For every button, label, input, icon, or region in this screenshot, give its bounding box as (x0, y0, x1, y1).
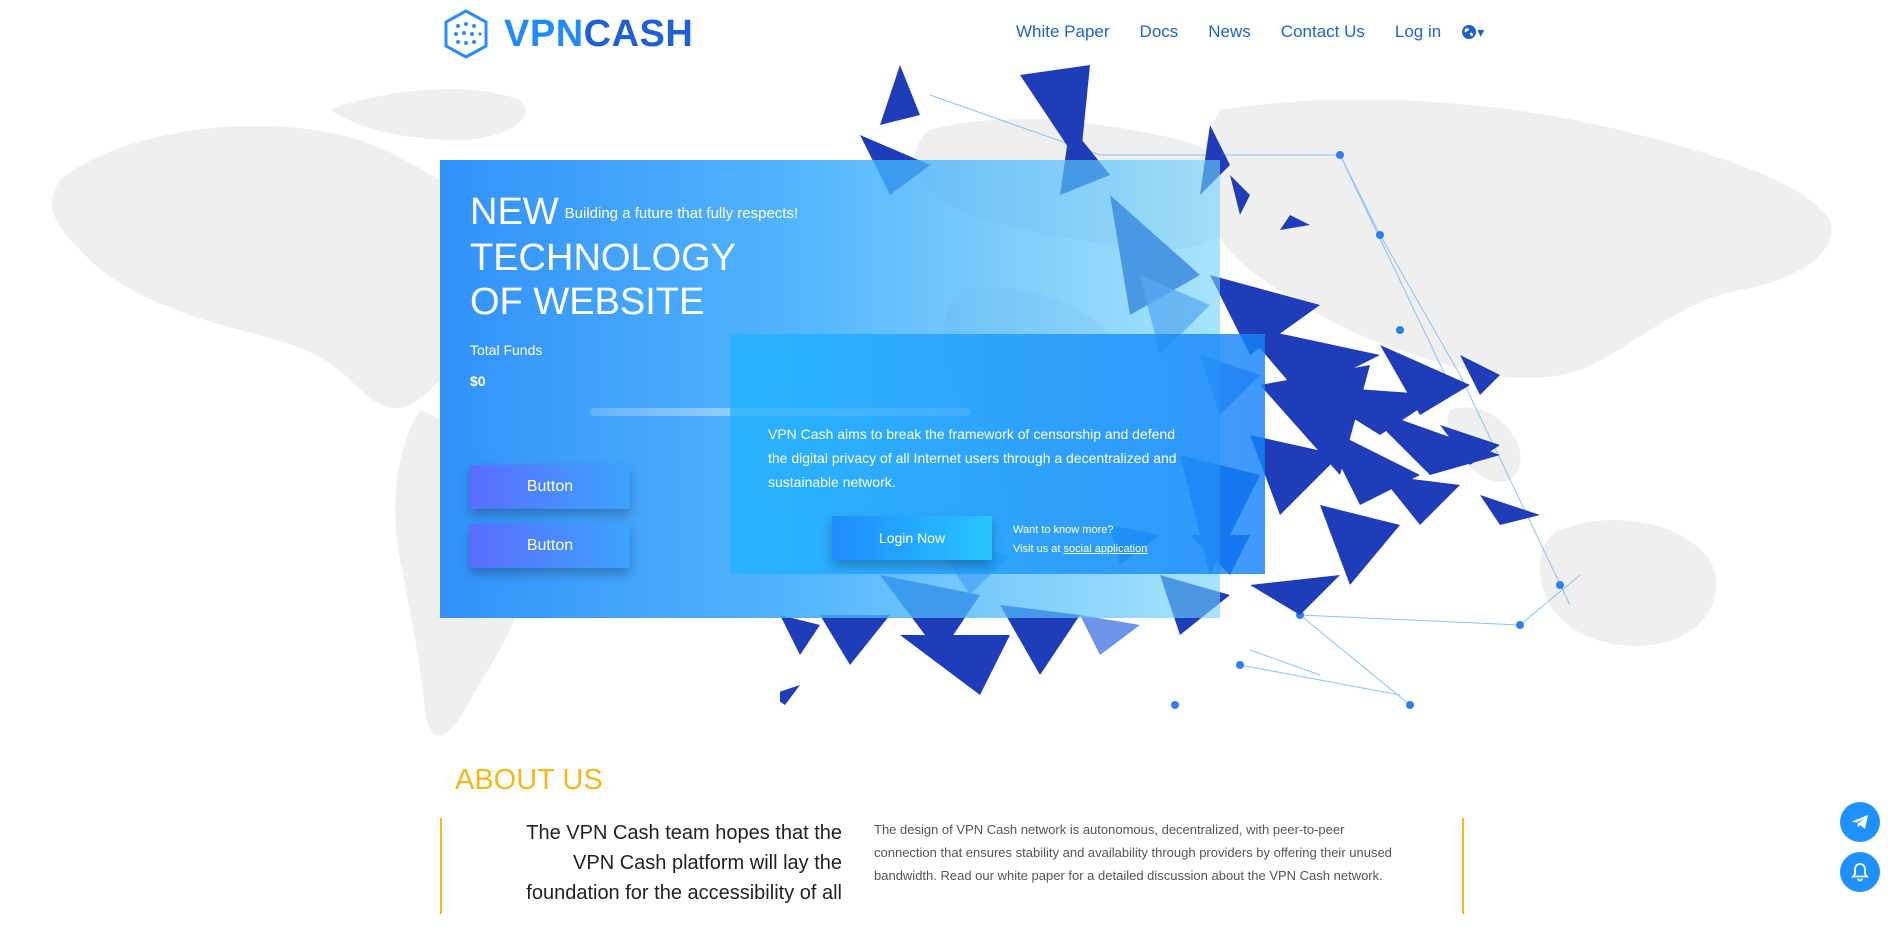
total-funds-value: $0 (470, 373, 486, 389)
hero-title: NEW Building a future that fully respects… (470, 191, 799, 323)
about-lead-text: The VPN Cash team hopes that the VPN Cas… (526, 822, 842, 904)
telegram-button[interactable] (1840, 802, 1880, 842)
main-nav: White Paper Docs News Contact Us Log in … (1016, 22, 1484, 42)
social-application-link[interactable]: social application (1064, 543, 1148, 555)
total-funds-label: Total Funds (470, 342, 543, 358)
login-now-button[interactable]: Login Now (832, 516, 992, 560)
bell-icon (1851, 863, 1869, 882)
about-right-column: The design of VPN Cash network is autono… (874, 818, 1464, 914)
globe-icon (1462, 25, 1477, 39)
header: VPNCASH White Paper Docs News Contact Us… (0, 0, 1903, 60)
about-left-column: The VPN Cash team hopes that the VPN Cas… (440, 818, 842, 914)
hero-tagline: Building a future that fully respects! (564, 205, 799, 222)
page: VPNCASH White Paper Docs News Contact Us… (0, 0, 1903, 948)
info-panel: VPN Cash aims to break the framework of … (730, 334, 1265, 574)
more-info-line: Want to know more? (1013, 524, 1114, 536)
nav-contact-us[interactable]: Contact Us (1281, 22, 1365, 42)
about-us-title: ABOUT US (455, 764, 603, 796)
nav-news[interactable]: News (1208, 22, 1251, 42)
language-selector[interactable]: ▾ (1461, 24, 1484, 41)
primary-button-1[interactable]: Button (470, 465, 630, 509)
logo[interactable]: VPNCASH (440, 8, 693, 60)
telegram-icon (1852, 815, 1868, 829)
chevron-down-icon: ▾ (1477, 23, 1485, 40)
primary-button-2[interactable]: Button (470, 524, 630, 568)
notification-bell-button[interactable] (1840, 852, 1880, 892)
logo-hexagon-icon (444, 9, 488, 59)
more-info: Want to know more? Visit us at social ap… (1013, 521, 1147, 559)
nav-login[interactable]: Log in (1395, 22, 1441, 42)
nav-docs[interactable]: Docs (1140, 22, 1179, 42)
logo-text: VPNCASH (504, 12, 694, 55)
hero-description: VPN Cash aims to break the framework of … (768, 426, 1177, 490)
about-body-text: The design of VPN Cash network is autono… (874, 822, 1392, 883)
nav-white-paper[interactable]: White Paper (1016, 22, 1110, 42)
